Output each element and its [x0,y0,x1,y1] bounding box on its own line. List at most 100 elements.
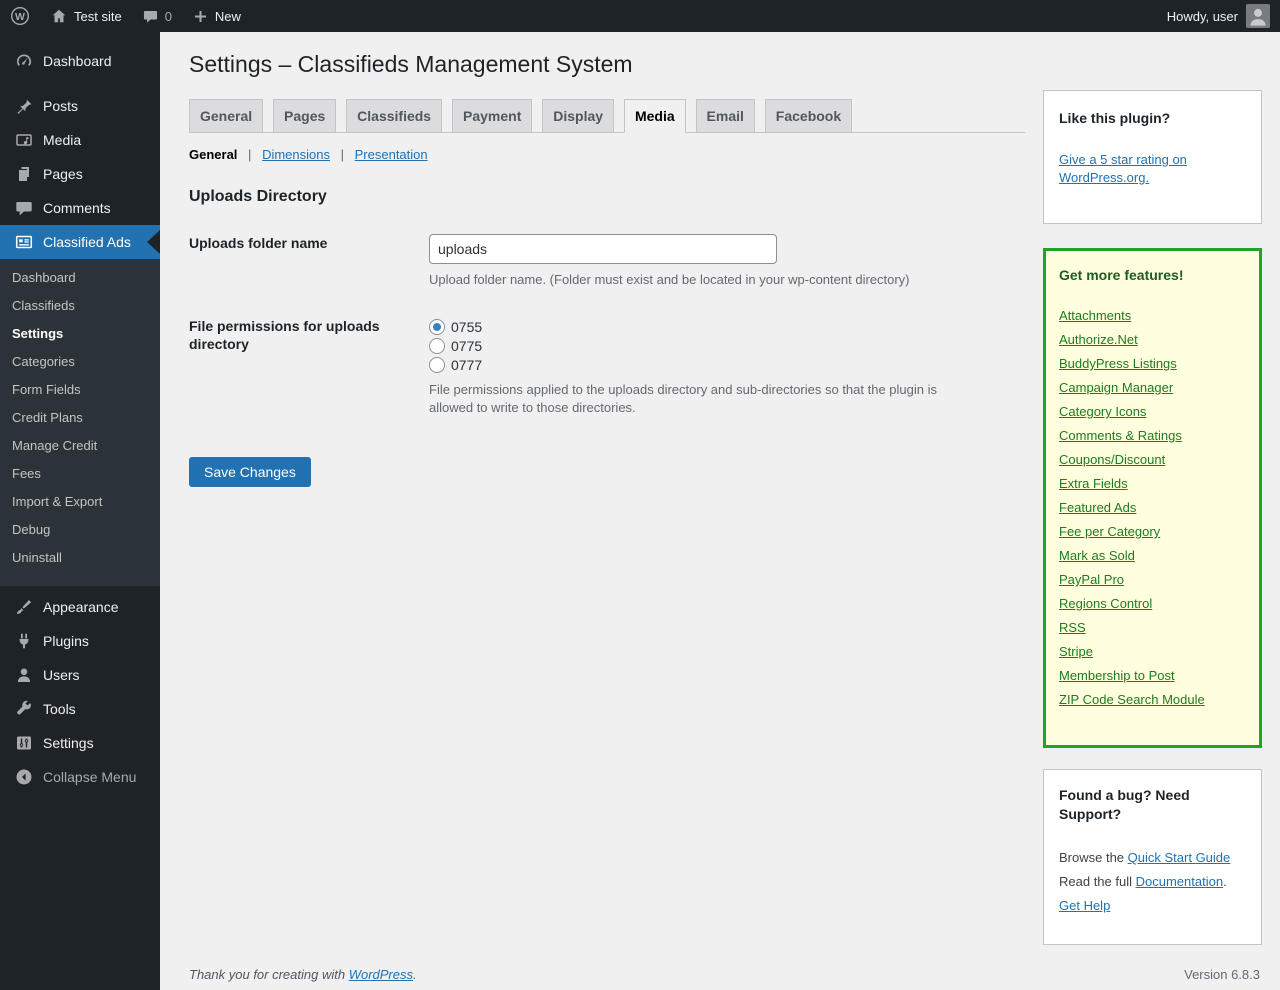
feature-link-coupons-discount[interactable]: Coupons/Discount [1059,452,1165,467]
sidebar-item-label: Appearance [43,599,119,615]
tab-pages[interactable]: Pages [273,99,337,133]
feature-link-fee-per-category[interactable]: Fee per Category [1059,524,1160,539]
comments-indicator[interactable]: 0 [132,0,182,32]
sidebar-item-comments[interactable]: Comments [0,191,160,225]
support-title: Found a bug? Need Support? [1059,787,1190,822]
sidebar-item-appearance[interactable]: Appearance [0,590,160,624]
features-list: Attachments Authorize.Net BuddyPress Lis… [1059,303,1246,711]
get-help-link[interactable]: Get Help [1059,898,1110,913]
feature-link-zip-code-search[interactable]: ZIP Code Search Module [1059,692,1205,707]
radio-0775-label[interactable]: 0775 [451,338,482,354]
feature-link-campaign-manager[interactable]: Campaign Manager [1059,380,1173,395]
feature-link-mark-as-sold[interactable]: Mark as Sold [1059,548,1135,563]
footer-text: . [413,967,417,982]
sidebar-item-pages[interactable]: Pages [0,157,160,191]
collapse-menu-button[interactable]: Collapse Menu [0,760,160,794]
submenu-item-import-export[interactable]: Import & Export [0,488,160,516]
radio-0775[interactable] [429,337,445,354]
permission-option-row: 0755 [429,317,1025,336]
subnav-link-dimensions[interactable]: Dimensions [262,147,330,162]
subnav-separator: | [248,147,252,162]
sidebar-item-users[interactable]: Users [0,658,160,692]
radio-0755-label[interactable]: 0755 [451,319,482,335]
plus-icon [192,8,209,25]
feature-link-membership-to-post[interactable]: Membership to Post [1059,668,1175,683]
sidebar-item-classified-ads[interactable]: Classified Ads [0,225,160,259]
tab-email[interactable]: Email [695,99,755,133]
feature-link-attachments[interactable]: Attachments [1059,308,1131,323]
my-account-menu[interactable]: Howdy, user [1157,0,1280,32]
footer-thanks: Thank you for creating with WordPress. [189,967,417,982]
submenu-item-form-fields[interactable]: Form Fields [0,376,160,404]
feature-link-buddypress-listings[interactable]: BuddyPress Listings [1059,356,1177,371]
feature-link-category-icons[interactable]: Category Icons [1059,404,1146,419]
submenu-item-dashboard[interactable]: Dashboard [0,264,160,292]
support-text: Read the full [1059,874,1136,889]
radio-0777-label[interactable]: 0777 [451,357,482,373]
page-title: Settings – Classifieds Management System [189,51,633,77]
sidebar-item-tools[interactable]: Tools [0,692,160,726]
submenu-item-settings[interactable]: Settings [0,320,160,348]
active-menu-arrow-icon [147,230,160,254]
subnav-link-presentation[interactable]: Presentation [355,147,428,162]
home-icon [50,7,68,25]
sidebar-item-label: Comments [43,200,111,216]
feature-link-regions-control[interactable]: Regions Control [1059,596,1152,611]
submenu-item-debug[interactable]: Debug [0,516,160,544]
feature-link-authorize-net[interactable]: Authorize.Net [1059,332,1138,347]
documentation-link[interactable]: Documentation [1136,874,1223,889]
comment-bubble-icon [142,8,159,25]
tab-media[interactable]: Media [623,99,686,133]
new-content-menu[interactable]: New [182,0,251,32]
feature-link-rss[interactable]: RSS [1059,620,1086,635]
plug-icon [14,631,34,651]
submenu-item-manage-credit[interactable]: Manage Credit [0,432,160,460]
submenu-item-credit-plans[interactable]: Credit Plans [0,404,160,432]
collapse-menu-label: Collapse Menu [43,769,137,785]
feature-link-extra-fields[interactable]: Extra Fields [1059,476,1128,491]
submenu-item-classifieds[interactable]: Classifieds [0,292,160,320]
submenu-item-fees[interactable]: Fees [0,460,160,488]
tab-payment[interactable]: Payment [452,99,533,133]
admin-bar: W Test site 0 New Howdy, user [0,0,1280,32]
dashboard-icon [14,51,34,71]
form-row-permissions: File permissions for uploads directory 0… [189,317,1025,417]
menu-separator [0,78,160,89]
sidebar-item-label: Dashboard [43,53,112,69]
sidebar-item-media[interactable]: Media [0,123,160,157]
feature-link-stripe[interactable]: Stripe [1059,644,1093,659]
sidebar-item-posts[interactable]: Posts [0,89,160,123]
tab-general[interactable]: General [189,99,264,133]
tab-classifieds[interactable]: Classifieds [346,99,443,133]
support-text: Browse the [1059,850,1128,865]
sidebar-item-dashboard[interactable]: Dashboard [0,44,160,78]
tab-display[interactable]: Display [542,99,615,133]
quick-start-guide-link[interactable]: Quick Start Guide [1128,850,1231,865]
settings-main: Settings – Classifieds Management System… [189,32,1025,487]
submenu-item-uninstall[interactable]: Uninstall [0,544,160,572]
wordpress-link[interactable]: WordPress [349,967,413,982]
radio-0755[interactable] [429,318,445,335]
support-text: . [1223,874,1227,889]
save-changes-button[interactable]: Save Changes [189,457,311,487]
form-row-uploads-folder: Uploads folder name Upload folder name. … [189,234,1025,289]
tab-facebook[interactable]: Facebook [764,99,853,133]
sidebar-item-plugins[interactable]: Plugins [0,624,160,658]
svg-text:W: W [15,11,25,23]
feature-link-paypal-pro[interactable]: PayPal Pro [1059,572,1124,587]
submenu-item-categories[interactable]: Categories [0,348,160,376]
settings-tabs: General Pages Classifieds Payment Displa… [189,99,1025,133]
feature-link-comments-ratings[interactable]: Comments & Ratings [1059,428,1182,443]
feature-link-featured-ads[interactable]: Featured Ads [1059,500,1136,515]
rating-link[interactable]: Give a 5 star rating on WordPress.org. [1059,151,1246,187]
sidebar-item-label: Posts [43,98,79,114]
paintbrush-icon [14,597,34,617]
subnav-current-general[interactable]: General [189,147,237,162]
wp-logo-menu[interactable]: W [0,0,40,32]
radio-0777[interactable] [429,356,445,373]
uploads-folder-input[interactable] [429,234,777,264]
like-plugin-title: Like this plugin? [1059,110,1171,126]
site-name-link[interactable]: Test site [40,0,132,32]
support-box: Found a bug? Need Support? Browse the Qu… [1043,769,1262,945]
sidebar-item-settings[interactable]: Settings [0,726,160,760]
